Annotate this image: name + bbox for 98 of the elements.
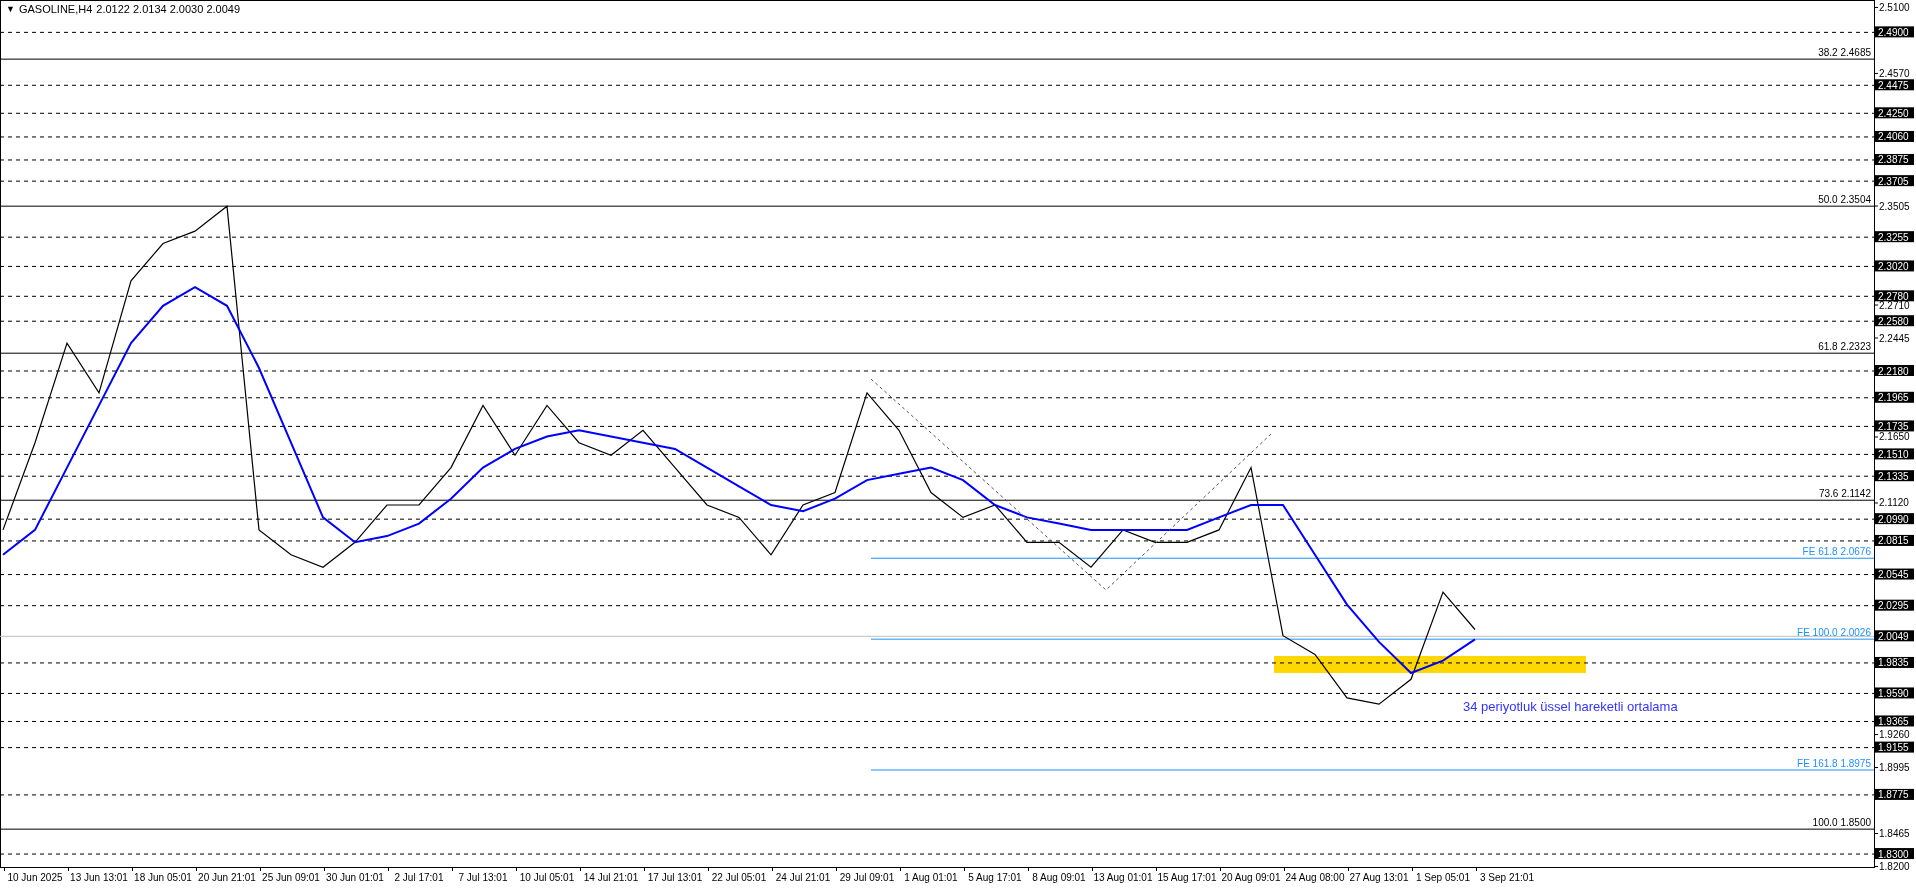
price-tag: 1.9590 (1875, 687, 1914, 699)
axis-label: 3 Sep 21:01 (1480, 872, 1534, 883)
axis-label: 27 Aug 13:01 (1349, 872, 1409, 883)
level-label: 100.0 1.8500 (1812, 817, 1871, 829)
price-tag: 1.9155 (1875, 741, 1914, 754)
level-label: 61.8 2.2323 (1818, 341, 1871, 353)
price-tag: 2.3020 (1875, 260, 1914, 272)
axis-label: 1.8200 (1879, 861, 1910, 872)
y-tick-label: 2.4250 (1878, 107, 1910, 119)
axis-label: 10 Jul 05:01 (519, 872, 575, 883)
axis-label: 13 Aug 01:01 (1093, 872, 1153, 883)
axis-label: 2.5100 (1879, 1, 1910, 13)
axis-label: 17 Jul 13:01 (647, 872, 703, 883)
level-label: FE 100.0 2.0026 (1797, 627, 1871, 639)
axis-label: 2 Jul 17:01 (394, 872, 444, 883)
y-tick-label: 2.3705 (1878, 175, 1910, 187)
price-tag: 2.3875 (1875, 154, 1914, 166)
axis-label: 1.8465 (1879, 828, 1910, 839)
y-tick-label: 2.2580 (1878, 315, 1910, 327)
axis-label: 29 Jul 09:01 (839, 872, 895, 883)
price-tag: 2.4060 (1875, 130, 1914, 143)
price-tag: 2.3255 (1875, 231, 1914, 243)
axis-label: 7 Jul 13:01 (458, 872, 508, 883)
price-tag: 2.3705 (1875, 175, 1914, 187)
price-tag: 2.2180 (1875, 365, 1914, 377)
axis-label: 1 Aug 01:01 (904, 872, 958, 883)
y-tick-label: 2.0990 (1878, 513, 1910, 525)
price-tag: 2.0049 (1875, 630, 1914, 642)
y-tick-label: 2.0545 (1878, 569, 1910, 581)
price-tag: 1.8775 (1875, 788, 1914, 801)
y-tick-label: 2.3255 (1878, 231, 1910, 243)
y-tick-label: 2.0049 (1878, 630, 1910, 642)
axis-label: 30 Jun 01:01 (326, 872, 384, 883)
y-tick-label: 2.2780 (1878, 290, 1910, 302)
y-tick-label: 2.4060 (1878, 131, 1910, 143)
axis-label: 24 Jul 21:01 (775, 872, 831, 883)
price-tag: 2.0545 (1875, 568, 1914, 581)
axis-label: 1 Sep 05:01 (1416, 872, 1470, 883)
axis-label: 2.1120 (1879, 497, 1909, 509)
price-tag: 2.2780 (1875, 290, 1914, 302)
y-tick-label: 1.8300 (1878, 848, 1910, 860)
axis-label: 1.9260 (1879, 729, 1910, 741)
y-tick-label: 2.1335 (1878, 470, 1910, 482)
y-tick-label: 2.4475 (1878, 79, 1910, 91)
axis-label: 14 Jul 21:01 (583, 872, 639, 883)
chart-title: GASOLINE,H4 (18, 2, 93, 17)
price-tag: 2.0815 (1875, 534, 1914, 547)
axis-label: 2.3505 (1879, 200, 1910, 212)
price-tag: 2.0990 (1875, 513, 1914, 525)
axis-label: 10 Jun 2025 (7, 872, 63, 883)
y-tick-label: 1.9590 (1878, 687, 1910, 699)
y-tick-label: 2.0815 (1878, 535, 1910, 547)
axis-label: 1.8995 (1879, 762, 1910, 774)
y-tick-label: 2.3875 (1878, 154, 1910, 166)
axis-label: 18 Jun 05:01 (134, 872, 192, 883)
y-tick-label: 2.1735 (1878, 420, 1910, 432)
axis-label: 5 Aug 17:01 (968, 872, 1022, 883)
axis-label: 2.1650 (1879, 431, 1910, 443)
price-tag: 1.8300 (1875, 848, 1914, 860)
level-label: 50.0 2.3504 (1818, 194, 1871, 206)
quote-text: 2.0122 2.0134 2.0030 2.0049 (96, 2, 241, 17)
price-tag: 2.1335 (1875, 470, 1914, 482)
y-tick-label: 2.2180 (1878, 365, 1910, 377)
price-tag: 1.9365 (1875, 715, 1914, 727)
price-tag: 2.0295 (1875, 599, 1914, 612)
axis-label: 20 Jun 21:01 (198, 872, 256, 883)
axis-label: 22 Jul 05:01 (711, 872, 767, 883)
axis-label: 24 Aug 08:00 (1285, 872, 1345, 883)
y-tick-label: 2.1510 (1878, 448, 1910, 460)
level-label: FE 161.8 1.8975 (1797, 758, 1871, 769)
price-tag: 2.1510 (1875, 448, 1914, 460)
price-tag: 2.2580 (1875, 315, 1914, 327)
axis-label: 2.4570 (1879, 67, 1910, 79)
y-tick-label: 2.1965 (1878, 392, 1910, 404)
y-tick-label: 1.9835 (1878, 657, 1910, 669)
y-tick-label: 2.4900 (1878, 26, 1910, 38)
y-tick-label: 1.9365 (1878, 715, 1910, 727)
y-tick-label: 2.3020 (1878, 260, 1910, 272)
axis-label: 2.2710 (1879, 299, 1910, 311)
price-tag: 2.1965 (1875, 391, 1914, 404)
level-label: 73.6 2.1142 (1818, 488, 1871, 500)
axis-label: 15 Aug 17:01 (1157, 872, 1217, 883)
axis-label: 8 Aug 09:01 (1032, 872, 1086, 883)
price-tag: 1.9835 (1875, 656, 1914, 669)
level-label: 38.2 2.4685 (1818, 47, 1871, 59)
price-tag: 2.4475 (1875, 79, 1914, 91)
axis-label: 2.2445 (1879, 332, 1910, 344)
annotation-text: 34 periyotluk üssel hareketli ortalama (1463, 699, 1678, 714)
y-tick-label: 1.9155 (1878, 742, 1910, 754)
axis-label: 25 Jun 09:01 (262, 872, 320, 883)
price-tag: 2.4900 (1875, 26, 1914, 38)
y-tick-label: 1.8775 (1878, 789, 1910, 801)
axis-label: 20 Aug 09:01 (1221, 872, 1281, 883)
price-tag: 2.4250 (1875, 107, 1914, 119)
y-tick-label: 2.0295 (1878, 600, 1910, 612)
price-tag: 2.1735 (1875, 420, 1914, 432)
axis-label: 13 Jun 13:01 (70, 872, 128, 883)
level-label: FE 61.8 2.0676 (1802, 546, 1871, 558)
